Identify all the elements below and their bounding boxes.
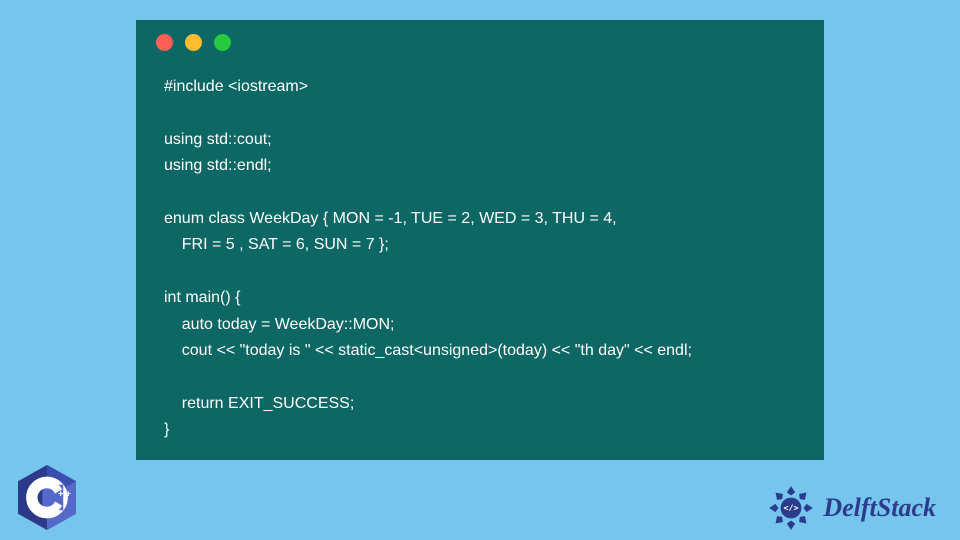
code-body: #include <iostream> using std::cout; usi… xyxy=(136,64,824,463)
delftstack-text: DelftStack xyxy=(823,493,936,523)
maximize-icon[interactable] xyxy=(214,34,231,51)
delftstack-branding: </> DelftStack xyxy=(765,482,936,534)
svg-text:+: + xyxy=(66,488,72,498)
window-titlebar xyxy=(136,20,824,64)
svg-text:</>: </> xyxy=(784,503,799,513)
cpp-logo-icon: + + xyxy=(18,465,76,530)
delftstack-logo-icon: </> xyxy=(765,482,817,534)
close-icon[interactable] xyxy=(156,34,173,51)
code-window: #include <iostream> using std::cout; usi… xyxy=(136,20,824,460)
svg-text:+: + xyxy=(58,488,64,498)
minimize-icon[interactable] xyxy=(185,34,202,51)
